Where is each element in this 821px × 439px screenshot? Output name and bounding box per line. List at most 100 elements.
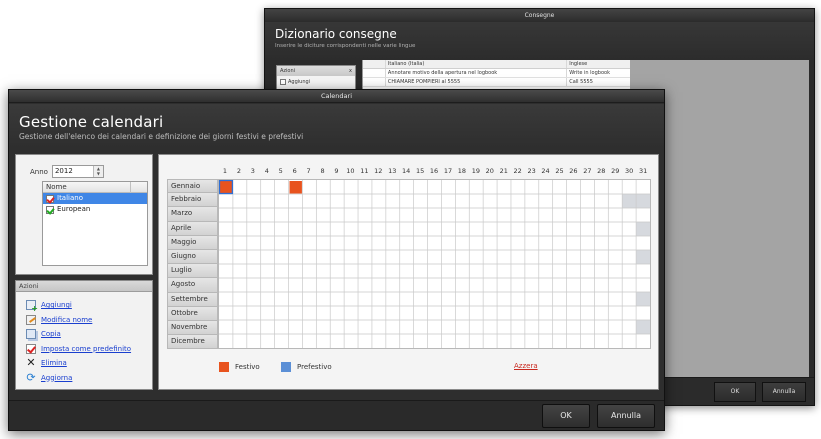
spin-down-icon[interactable]: ▼ — [94, 171, 103, 176]
month-label: Marzo — [167, 207, 218, 222]
table-cell — [363, 78, 385, 86]
action-delete[interactable]: ✕ Elimina — [26, 356, 152, 371]
column-header-italiano[interactable]: Italiano (Italia) — [384, 60, 566, 68]
refresh-icon: ⟳ — [26, 370, 36, 384]
default-check-icon — [26, 343, 36, 354]
action-delete-link[interactable]: Elimina — [41, 359, 67, 367]
cancel-button[interactable]: Annulla — [597, 404, 655, 428]
calendar-list-header[interactable]: Nome — [43, 182, 147, 193]
month-label: Maggio — [167, 235, 218, 250]
consegne-actions-close-icon[interactable]: x — [349, 66, 352, 76]
calendar-item-label: European — [57, 205, 91, 213]
consegne-actions-header: Azioni x — [277, 66, 355, 76]
legend-prefestivo-label: Prefestivo — [297, 363, 332, 371]
delete-x-icon: ✕ — [26, 356, 36, 370]
green-check-icon — [46, 205, 54, 214]
action-set-default[interactable]: Imposta come predefinito — [26, 342, 152, 357]
day-header: 29 — [611, 167, 620, 175]
month-label: Febbraio — [167, 193, 218, 208]
calendar-list: Nome Italiano European — [42, 181, 148, 266]
table-cell[interactable]: Call 5555 — [566, 78, 630, 86]
day-header: 4 — [264, 167, 269, 175]
day-header: 12 — [374, 167, 383, 175]
page-subtitle: Gestione dell'elenco dei calendari e def… — [19, 132, 304, 141]
day-header: 21 — [499, 167, 508, 175]
day-header: 8 — [320, 167, 325, 175]
consegne-table-header: Italiano (Italia) Inglese — [363, 60, 630, 69]
month-label: Ottobre — [167, 306, 218, 321]
column-header-inglese[interactable]: Inglese — [566, 60, 630, 68]
festivo-day-cell[interactable] — [220, 181, 233, 194]
consegne-ok-button[interactable]: OK — [714, 382, 756, 402]
table-row[interactable]: Annotare motivo della apertura nel logbo… — [363, 69, 630, 78]
calendar-selection-panel: Anno 2012 ▲ ▼ Nome Italiano European — [15, 154, 153, 275]
consegne-add-label: Aggiungi — [288, 79, 311, 85]
action-rename[interactable]: Modifica nome — [26, 313, 152, 328]
action-refresh[interactable]: ⟳ Aggiorna — [26, 371, 152, 386]
day-header-row: 1 2 3 4 5 6 7 8 9 10 11 12 13 14 15 16 17 18 19 20 21 22 23 24 2… — [218, 167, 650, 175]
year-row: Anno 2012 ▲ ▼ — [30, 165, 104, 178]
calendar-grid[interactable] — [218, 179, 651, 349]
ok-button[interactable]: OK — [542, 404, 590, 428]
legend-prefestivo: Prefestivo — [281, 362, 332, 372]
day-header: 18 — [457, 167, 467, 175]
month-label: Gennaio — [167, 179, 218, 194]
table-row[interactable]: CHIAMARE POMPIERI al 5555 Call 5555 — [363, 78, 630, 87]
table-cell[interactable]: Annotare motivo della apertura nel logbo… — [384, 69, 566, 77]
action-copy[interactable]: Copia — [26, 327, 152, 342]
day-header: 20 — [485, 167, 494, 175]
legend-festivo-label: Festivo — [235, 363, 260, 371]
legend-festivo: Festivo — [219, 362, 260, 372]
calendar-item-label: Italiano — [57, 194, 83, 202]
day-header: 24 — [541, 167, 550, 175]
disabled-day-cell — [636, 292, 650, 306]
calendari-footer: OK Annulla — [9, 400, 664, 430]
festivo-day-cell[interactable] — [289, 181, 302, 194]
action-refresh-link[interactable]: Aggiorna — [41, 374, 72, 382]
month-label: Giugno — [167, 249, 218, 265]
day-header: 14 — [402, 167, 411, 175]
consegne-add-action[interactable]: Aggiungi — [277, 76, 355, 85]
table-cell[interactable]: CHIAMARE POMPIERI al 5555 — [384, 78, 566, 86]
consegne-title: Dizionario consegne — [275, 27, 397, 41]
consegne-titlebar: Consegne — [265, 9, 814, 22]
month-label: Aprile — [167, 221, 218, 236]
reset-link[interactable]: Azzera — [514, 362, 538, 370]
year-stepper[interactable]: 2012 ▲ ▼ — [51, 165, 104, 178]
consegne-cancel-button[interactable]: Annulla — [762, 382, 806, 402]
disabled-day-cell — [636, 194, 650, 208]
action-set-default-link[interactable]: Imposta come predefinito — [41, 345, 131, 353]
action-add[interactable]: Aggiungi — [26, 298, 152, 313]
day-header: 2 — [236, 167, 241, 175]
legend: Festivo Prefestivo Azzera — [159, 362, 658, 376]
year-value: 2012 — [54, 167, 73, 175]
year-label: Anno — [30, 167, 48, 176]
action-copy-link[interactable]: Copia — [41, 330, 61, 338]
actions-list: Aggiungi Modifica nome Copia Imposta com… — [16, 292, 152, 385]
day-header: 31 — [638, 167, 648, 175]
add-icon — [280, 79, 286, 85]
action-rename-link[interactable]: Modifica nome — [41, 316, 92, 324]
prefestivo-swatch — [281, 362, 291, 372]
calendar-grid-svg[interactable] — [219, 180, 650, 348]
day-header: 6 — [292, 167, 297, 175]
year-spinner[interactable]: ▲ ▼ — [92, 166, 103, 177]
calendar-item-italiano[interactable]: Italiano — [43, 193, 147, 204]
month-column: Gennaio Febbraio Marzo Aprile Maggio Giugno Lu… — [167, 179, 218, 350]
day-header: 13 — [388, 167, 397, 175]
table-cell — [363, 69, 385, 77]
calendar-item-european[interactable]: European — [43, 204, 147, 215]
day-header: 28 — [597, 167, 606, 175]
calendar-grid-panel: 1 2 3 4 5 6 7 8 9 10 11 12 13 14 15 16 17 18 19 20 21 22 23 24 2… — [158, 154, 659, 390]
day-header: 9 — [334, 167, 339, 175]
day-header: 25 — [555, 167, 564, 175]
day-header: 7 — [306, 167, 311, 175]
consegne-actions-header-label: Azioni — [280, 68, 296, 74]
month-label: Novembre — [167, 320, 218, 336]
red-check-icon — [46, 194, 54, 203]
disabled-day-cell — [636, 222, 650, 236]
action-add-link[interactable]: Aggiungi — [41, 301, 72, 309]
day-header: 16 — [429, 167, 439, 175]
table-cell[interactable]: Write in logbook — [566, 69, 630, 77]
page-title: Gestione calendari — [19, 113, 164, 131]
